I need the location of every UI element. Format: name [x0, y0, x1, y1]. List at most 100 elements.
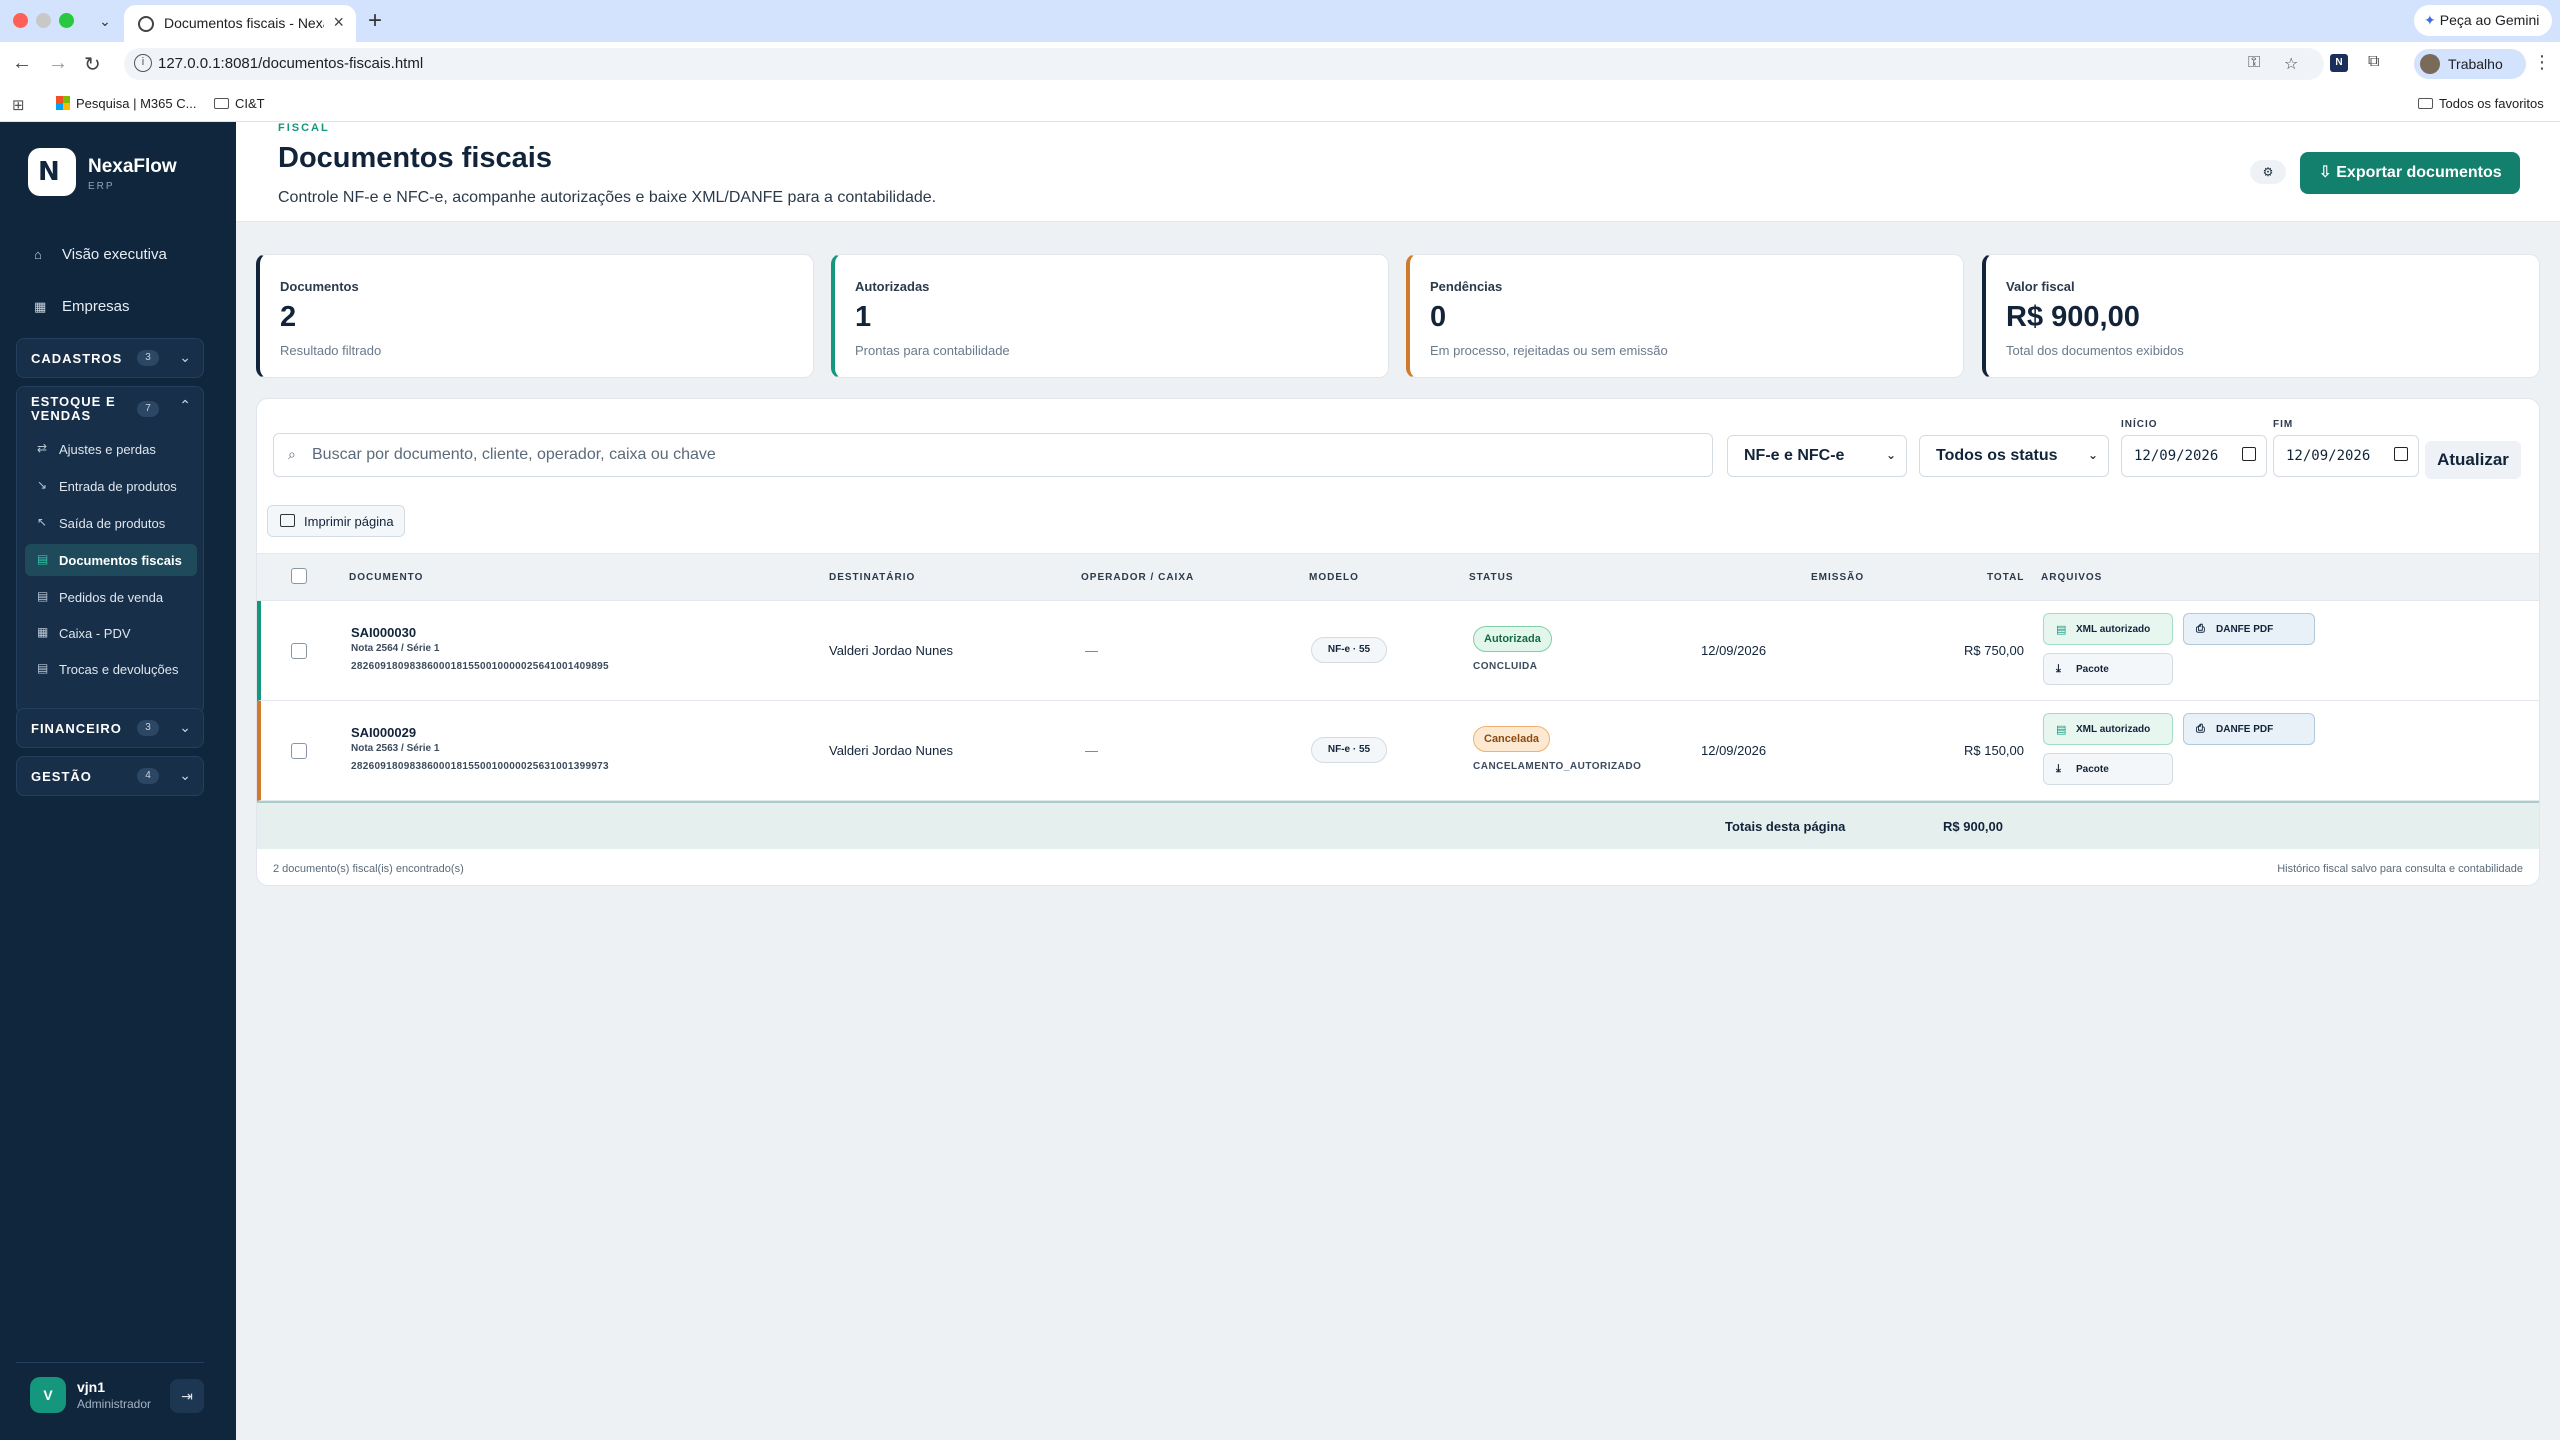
gemini-button[interactable]: ✦ Peça ao Gemini — [2414, 5, 2552, 36]
danfe-pdf-button[interactable]: ⎙ DANFE PDF — [2183, 713, 2315, 745]
sidebar-item-ajustes-perdas[interactable]: ⇄ Ajustes e perdas — [25, 433, 197, 465]
status-select[interactable]: Todos os status ⌄ — [1919, 435, 2109, 477]
sidebar-item-documentos-fiscais[interactable]: ▤ Documentos fiscais — [25, 544, 197, 576]
logo-n-icon: N — [38, 157, 60, 187]
page-title: Documentos fiscais — [278, 142, 552, 174]
xml-authorized-button[interactable]: ▤ XML autorizado — [2043, 713, 2173, 745]
sidebar-item-visao-executiva[interactable]: ⌂ Visão executiva — [16, 240, 204, 272]
xml-authorized-button[interactable]: ▤ XML autorizado — [2043, 613, 2173, 645]
tab-search-chevron-icon[interactable]: ⌄ — [93, 9, 117, 33]
result-count: 2 documento(s) fiscal(is) encontrado(s) — [273, 863, 464, 875]
extension-icon[interactable]: N — [2330, 54, 2348, 72]
model-select[interactable]: NF-e e NFC-e ⌄ — [1727, 435, 1907, 477]
tab-close-icon[interactable]: × — [333, 12, 344, 33]
printer-icon: ⎙ — [2196, 723, 2205, 735]
extensions-puzzle-icon[interactable]: ⧉ — [2368, 53, 2379, 71]
stat-subtitle: Prontas para contabilidade — [855, 343, 1010, 358]
sidebar-item-pedidos-venda[interactable]: ▤ Pedidos de venda — [25, 581, 197, 613]
status-select-value: Todos os status — [1936, 447, 2058, 464]
package-download-button[interactable]: ⤓ Pacote — [2043, 653, 2173, 685]
search-icon: ⌕ — [288, 446, 296, 462]
sidebar-item-saida-produtos[interactable]: ↖ Saída de produtos — [25, 507, 197, 539]
status-detail: CONCLUIDA — [1473, 661, 1538, 672]
bookmark-m365[interactable]: Pesquisa | M365 C... — [56, 96, 196, 111]
profile-button[interactable]: Trabalho — [2414, 49, 2526, 79]
document-code: SAI000029 — [351, 725, 417, 740]
stat-card-documentos: Documentos 2 Resultado filtrado — [256, 254, 814, 378]
export-label: Exportar documentos — [2336, 164, 2502, 181]
sidebar-item-empresas[interactable]: ▦ Empresas — [16, 292, 204, 324]
row-checkbox[interactable] — [291, 643, 307, 659]
reload-icon[interactable]: ↻ — [84, 52, 101, 77]
address-bar[interactable]: i 127.0.0.1:8081/documentos-fiscais.html… — [124, 48, 2324, 80]
sidebar-item-caixa-pdv[interactable]: ▦ Caixa - PDV — [25, 617, 197, 649]
column-header[interactable]: EMISSÃO — [1811, 572, 1864, 583]
select-all-checkbox[interactable] — [291, 568, 307, 584]
all-bookmarks[interactable]: Todos os favoritos — [2418, 96, 2544, 111]
download-icon: ⤓ — [2056, 763, 2061, 775]
sidebar-group-financeiro[interactable]: FINANCEIRO 3 ⌄ — [16, 708, 204, 748]
bookmark-label: CI&T — [235, 96, 265, 111]
site-info-icon[interactable]: i — [134, 54, 152, 72]
apps-grid-icon[interactable]: ⊞ — [12, 96, 25, 114]
password-key-icon[interactable]: ⚿ — [2248, 54, 2260, 72]
table-footer-totals: Totais desta página R$ 900,00 — [257, 801, 2539, 849]
column-header[interactable]: DOCUMENTO — [349, 572, 423, 583]
browser-tab-active[interactable]: Documentos fiscais - NexaFlow × — [124, 5, 356, 42]
chevron-up-icon: ⌃ — [179, 397, 191, 413]
window-zoom-button[interactable] — [59, 13, 74, 28]
bookmark-cit[interactable]: CI&T — [214, 96, 265, 111]
sidebar-item-entrada-produtos[interactable]: ↘ Entrada de produtos — [25, 470, 197, 502]
table-row[interactable]: SAI000029 Nota 2563 / Série 1 2826091809… — [257, 701, 2539, 801]
export-documents-button[interactable]: ⇩ Exportar documentos — [2300, 152, 2520, 194]
stat-value: R$ 900,00 — [2006, 301, 2140, 333]
package-download-button[interactable]: ⤓ Pacote — [2043, 753, 2173, 785]
logout-icon[interactable]: ⇥ — [170, 1379, 204, 1413]
column-header[interactable]: MODELO — [1309, 572, 1359, 583]
sidebar-group-gestao[interactable]: GESTÃO 4 ⌄ — [16, 756, 204, 796]
row-checkbox[interactable] — [291, 743, 307, 759]
return-icon: ▤ — [37, 661, 49, 675]
print-page-button[interactable]: Imprimir página — [267, 505, 405, 537]
column-header[interactable]: OPERADOR / CAIXA — [1081, 572, 1194, 583]
sidebar-item-trocas-devolucoes[interactable]: ▤ Trocas e devoluções — [25, 653, 197, 685]
window-close-button[interactable] — [13, 13, 28, 28]
status-badge: Autorizada — [1473, 626, 1552, 652]
column-header[interactable]: TOTAL — [1987, 572, 2024, 583]
brand-logo: N — [28, 148, 76, 196]
sidebar-group-estoque-vendas[interactable]: ESTOQUE E VENDAS 7 ⌃ ⇄ Ajustes e perdas ↘… — [16, 386, 204, 714]
settings-gear-button[interactable]: ⚙ — [2250, 160, 2286, 184]
totals-label: Totais desta página — [1725, 819, 1846, 834]
sidebar-group-cadastros[interactable]: CADASTROS 3 ⌄ — [16, 338, 204, 378]
chevron-down-icon: ⌄ — [2087, 448, 2098, 462]
pacote-label: Pacote — [2076, 764, 2109, 775]
bookmark-star-icon[interactable]: ☆ — [2284, 54, 2298, 74]
group-count-badge: 3 — [137, 350, 159, 366]
end-date-input[interactable]: 12/09/2026 — [2273, 435, 2419, 477]
page-description: Controle NF-e e NFC-e, acompanhe autoriz… — [278, 189, 937, 206]
group-count-badge: 7 — [137, 401, 159, 417]
back-arrow-icon[interactable]: ← — [12, 52, 32, 75]
calendar-icon[interactable] — [2394, 447, 2408, 461]
refresh-button[interactable]: Atualizar — [2425, 441, 2521, 479]
document-nota: Nota 2564 / Série 1 — [351, 643, 440, 654]
stat-label: Autorizadas — [855, 279, 930, 294]
document-icon: ▤ — [37, 552, 49, 566]
microsoft-logo-icon — [56, 96, 70, 110]
group-label: GESTÃO — [31, 769, 92, 784]
table-row[interactable]: SAI000030 Nota 2564 / Série 1 2826091809… — [257, 601, 2539, 701]
folder-icon — [2418, 98, 2433, 109]
start-date-input[interactable]: 12/09/2026 — [2121, 435, 2267, 477]
window-minimize-button[interactable] — [36, 13, 51, 28]
calendar-icon[interactable] — [2242, 447, 2256, 461]
new-tab-plus-icon[interactable]: + — [368, 7, 382, 35]
column-header[interactable]: DESTINATÁRIO — [829, 572, 915, 583]
group-label: FINANCEIRO — [31, 721, 122, 736]
column-header[interactable]: STATUS — [1469, 572, 1514, 583]
chevron-down-icon: ⌄ — [179, 349, 191, 365]
forward-arrow-icon[interactable]: → — [48, 52, 68, 75]
danfe-pdf-button[interactable]: ⎙ DANFE PDF — [2183, 613, 2315, 645]
model-badge: NF-e · 55 — [1311, 637, 1387, 663]
search-input[interactable]: ⌕ Buscar por documento, cliente, operado… — [273, 433, 1713, 477]
browser-menu-icon[interactable]: ⋮ — [2533, 52, 2551, 73]
